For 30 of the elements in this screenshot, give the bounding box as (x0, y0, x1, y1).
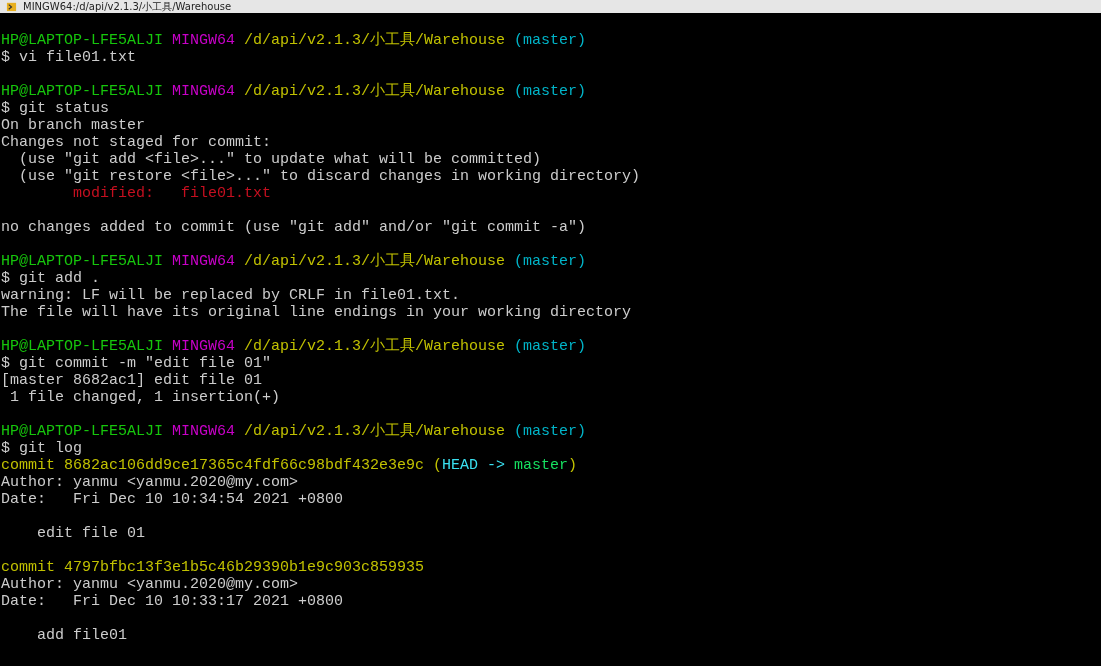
output-line: commit 4797bfbc13f3e1b5c46b29390b1e9c903c859935 (1, 559, 425, 576)
output-line: warning: LF will be replaced by CRLF in file01.txt. (1, 287, 461, 304)
terminal-icon (6, 1, 17, 12)
output-line: On branch master (1, 117, 146, 134)
output-line: modified: file01.txt (72, 185, 272, 202)
output-line: The file will have its original line endings in your working directory (1, 304, 632, 321)
command-line: $ git commit -m "edit file 01" (1, 355, 272, 372)
output-line: no changes added to commit (use "git add" and/or "git commit -a") (1, 219, 587, 236)
command-line: $ vi file01.txt (1, 49, 137, 66)
prompt-line: HP@LAPTOP-LFE5ALJI MINGW64 /d/api/v2.1.3/小工具/Warehouse (master) (1, 338, 587, 355)
prompt-line: HP@LAPTOP-LFE5ALJI MINGW64 /d/api/v2.1.3/小工具/Warehouse (master) (1, 423, 587, 440)
output-line: commit 8682ac106dd9ce17365c4fdf66c98bdf432e3e9c (HEAD -> master) (1, 457, 578, 474)
window-title: MINGW64:/d/api/v2.1.3/小工具/Warehouse (23, 0, 232, 13)
output-line: [master 8682ac1] edit file 01 (1, 372, 263, 389)
output-line: 1 file changed, 1 insertion(+) (9, 389, 281, 406)
output-line: (use "git add <file>..." to update what will be committed) (18, 151, 542, 168)
output-line: Author: yanmu <yanmu.2020@my.com> (1, 576, 299, 593)
output-line: edit file 01 (36, 525, 146, 542)
prompt-line: HP@LAPTOP-LFE5ALJI MINGW64 /d/api/v2.1.3/小工具/Warehouse (master) (1, 32, 587, 49)
prompt-line: HP@LAPTOP-LFE5ALJI MINGW64 /d/api/v2.1.3/小工具/Warehouse (master) (1, 83, 587, 100)
prompt-line: HP@LAPTOP-LFE5ALJI MINGW64 /d/api/v2.1.3/小工具/Warehouse (master) (1, 253, 587, 270)
output-line: Date: Fri Dec 10 10:33:17 2021 +0800 (1, 593, 344, 610)
output-line: (use "git restore <file>..." to discard changes in working directory) (18, 168, 641, 185)
output-line: Date: Fri Dec 10 10:34:54 2021 +0800 (1, 491, 344, 508)
output-line: Changes not staged for commit: (1, 134, 272, 151)
output-line: add file01 (36, 627, 128, 644)
command-line: $ git add . (1, 270, 101, 287)
command-line: $ git log (1, 440, 82, 457)
command-line: $ git status (1, 100, 110, 117)
output-line: Author: yanmu <yanmu.2020@my.com> (1, 474, 299, 491)
